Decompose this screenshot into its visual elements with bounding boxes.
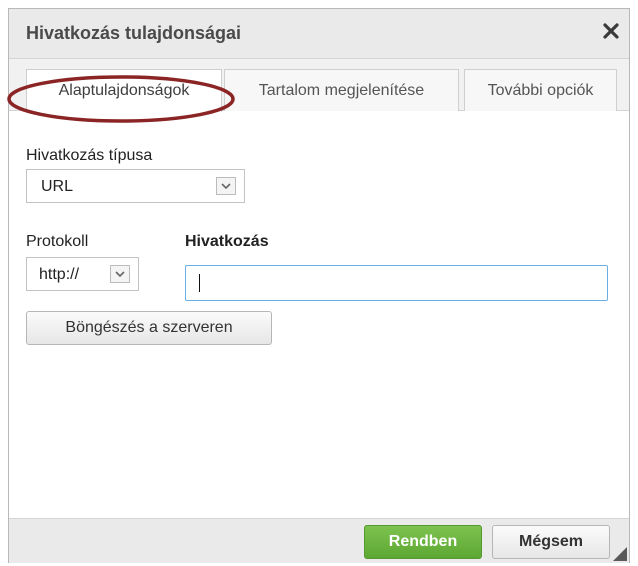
link-type-value: URL [41,178,74,195]
text-caret [199,274,200,292]
browse-server-button[interactable]: Böngészés a szerveren [26,311,272,345]
tab-label: További opciók [487,81,594,99]
link-url-input[interactable] [185,265,608,301]
link-url-label: Hivatkozás [185,233,269,250]
dialog-titlebar[interactable]: Hivatkozás tulajdonságai [9,9,629,59]
tab-content-display[interactable]: Tartalom megjelenítése [224,69,459,111]
chevron-down-icon [110,265,130,283]
protocol-value: http:// [39,266,80,283]
dialog-footer: Rendben Mégsem [9,518,629,563]
close-icon[interactable] [599,19,623,43]
link-type-label: Hivatkozás típusa [26,147,153,164]
tab-basic-properties[interactable]: Alaptulajdonságok [26,69,222,112]
link-type-select[interactable]: URL [26,169,245,203]
protocol-label: Protokoll [26,233,89,250]
cancel-button[interactable]: Mégsem [492,525,610,559]
chevron-down-icon [216,177,236,195]
tab-label: Tartalom megjelenítése [258,81,425,99]
ok-label: Rendben [388,533,458,550]
dialog-title: Hivatkozás tulajdonságai [26,23,242,43]
cancel-label: Mégsem [518,533,584,550]
tab-more-options[interactable]: További opciók [464,69,617,111]
tab-bar: Alaptulajdonságok Tartalom megjelenítése… [9,59,629,112]
resize-grip-icon[interactable] [613,547,627,561]
tab-label: Alaptulajdonságok [58,82,190,99]
browse-server-label: Böngészés a szerveren [65,319,233,336]
protocol-select[interactable]: http:// [26,257,139,291]
ok-button[interactable]: Rendben [364,525,482,559]
link-properties-dialog: Hivatkozás tulajdonságai Alaptulajdonság… [7,8,630,563]
